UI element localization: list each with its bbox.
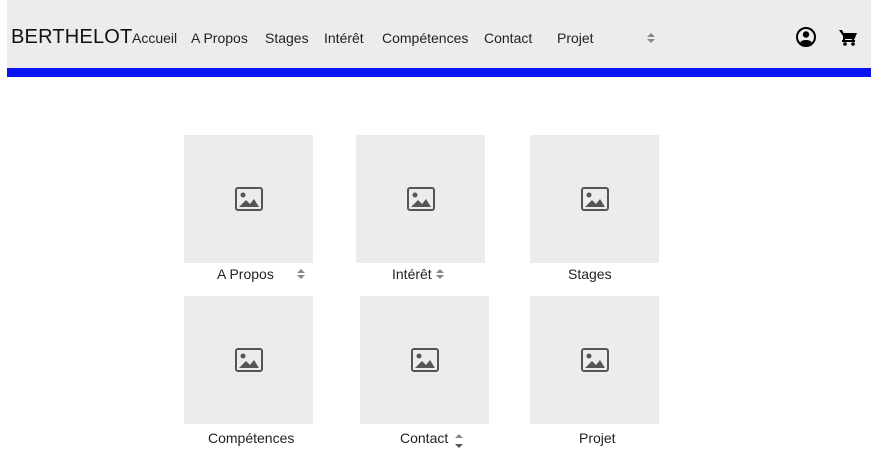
nav-link-contact[interactable]: Contact (484, 30, 532, 46)
card-image-placeholder[interactable] (530, 296, 659, 424)
card-image-placeholder[interactable] (530, 135, 659, 263)
nav-link-interet[interactable]: Intérêt (324, 30, 364, 46)
card-image-placeholder[interactable] (356, 135, 485, 263)
image-icon (406, 187, 435, 211)
navbar-accent-bar (7, 68, 871, 77)
image-icon (234, 348, 263, 372)
image-icon (234, 187, 263, 211)
nav-link-projet[interactable]: Projet (557, 30, 594, 46)
nav-link-a-propos[interactable]: A Propos (191, 30, 248, 46)
sort-updown-icon[interactable] (296, 268, 306, 280)
card-image-placeholder[interactable] (184, 135, 313, 263)
nav-link-stages[interactable]: Stages (265, 30, 309, 46)
card-image-placeholder[interactable] (360, 296, 489, 424)
sort-updown-icon[interactable] (646, 32, 656, 44)
nav-link-competences[interactable]: Compétences (382, 30, 468, 46)
card-caption[interactable]: A Propos (217, 266, 274, 282)
nav-link-accueil[interactable]: Accueil (132, 30, 177, 46)
image-icon (580, 348, 609, 372)
image-icon (410, 348, 439, 372)
image-icon (580, 187, 609, 211)
sort-updown-icon[interactable] (454, 433, 464, 449)
card-caption[interactable]: Intérêt (392, 266, 432, 282)
card-caption[interactable]: Stages (568, 266, 612, 282)
brand-logo[interactable]: BERTHELOT (11, 27, 132, 47)
card-caption[interactable]: Compétences (208, 430, 294, 446)
card-image-placeholder[interactable] (184, 296, 313, 424)
sort-updown-icon[interactable] (435, 268, 445, 280)
card-caption[interactable]: Projet (579, 430, 616, 446)
card-caption[interactable]: Contact (400, 430, 448, 446)
cart-icon[interactable] (838, 28, 858, 46)
user-circle-icon[interactable] (796, 27, 816, 47)
